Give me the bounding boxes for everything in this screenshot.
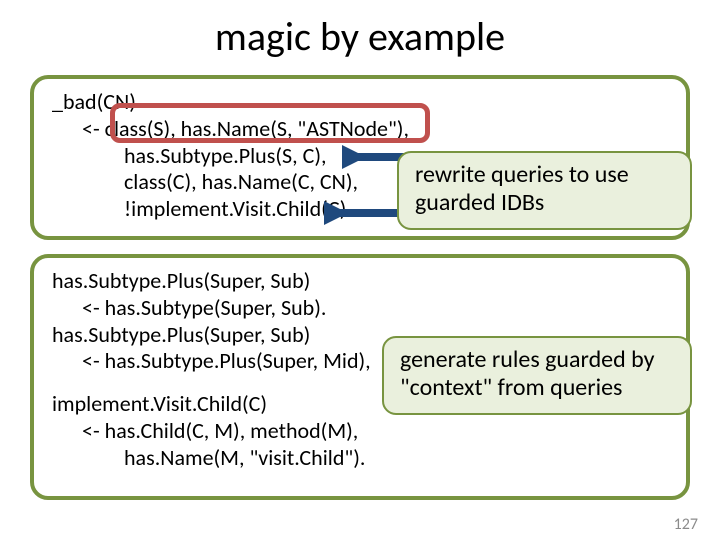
code-line: <- has.Subtype(Super, Sub). (52, 295, 668, 322)
slide-title: magic by example (0, 0, 720, 75)
callout-line: "context" from queries (400, 374, 674, 402)
rules-panel: has.Subtype.Plus(Super, Sub) <- has.Subt… (30, 254, 690, 500)
arrow-icon (324, 201, 402, 225)
code-line: <- class(S), has.Name(S, "ASTNode"), (52, 116, 668, 143)
code-line: _bad(CN) (52, 89, 668, 116)
slide-number: 127 (674, 515, 698, 534)
callout-line: generate rules guarded by (400, 346, 674, 374)
query-panel: _bad(CN) <- class(S), has.Name(S, "ASTNo… (30, 75, 690, 240)
callout-line: rewrite queries to use (415, 161, 674, 189)
callout-generate: generate rules guarded by "context" from… (382, 336, 692, 415)
code-line: <- has.Child(C, M), method(M), (52, 418, 668, 445)
callout-line: guarded IDBs (415, 189, 674, 217)
callout-rewrite: rewrite queries to use guarded IDBs (397, 151, 692, 230)
code-line: has.Subtype.Plus(Super, Sub) (52, 268, 668, 295)
code-line: has.Name(M, "visit.Child"). (52, 445, 668, 472)
